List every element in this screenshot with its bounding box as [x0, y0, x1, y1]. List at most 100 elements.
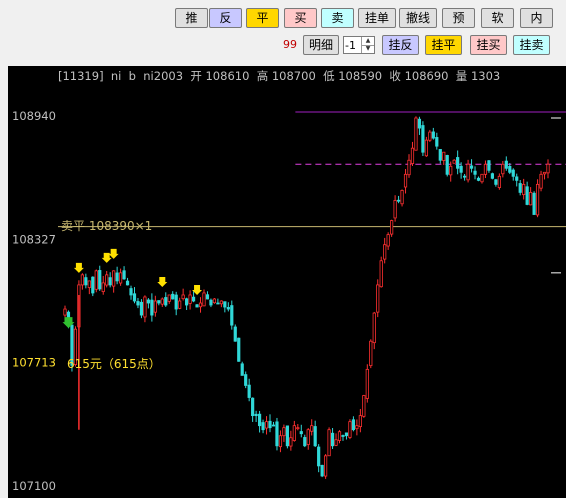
candlestick-chart[interactable]: [11319] ni b ni2003 开 108610 高 108700 低 … [8, 66, 566, 498]
candle-body [327, 429, 331, 457]
candle-body [386, 234, 390, 247]
candle-body [171, 293, 175, 300]
candle-body [532, 192, 536, 215]
candle-body [449, 165, 453, 176]
candle-body [546, 163, 550, 174]
candle-body [174, 294, 178, 310]
candle-body [202, 292, 206, 307]
candles [63, 116, 550, 479]
candle-body [237, 337, 241, 362]
candle-body [320, 464, 324, 477]
candle-body [164, 297, 168, 306]
candle-body [362, 395, 366, 417]
candle-body [195, 304, 199, 308]
y-tick-label: 108940 [12, 109, 56, 123]
inner-button[interactable]: 内 [520, 8, 553, 28]
reverse-button[interactable]: 反 [209, 8, 242, 28]
pending-buy-button[interactable]: 挂买 [470, 35, 507, 55]
candle-body [365, 368, 369, 399]
candle-body [355, 425, 359, 430]
quantity-stepper[interactable]: ▲ ▼ [343, 36, 375, 54]
candle-body [143, 296, 147, 318]
y-axis: 108940 108327 107713 107100 [12, 109, 56, 493]
reference-lines [58, 111, 566, 274]
push-button[interactable]: 推 [175, 8, 208, 28]
candle-body [63, 308, 67, 316]
candle-body [226, 307, 230, 310]
candle-body [275, 421, 279, 447]
candle-body [299, 431, 303, 435]
candle-body [181, 294, 185, 300]
candle-body [139, 301, 144, 316]
candle-body [185, 298, 189, 306]
candle-body [480, 173, 484, 183]
detail-button[interactable]: 明细 [303, 35, 339, 55]
candle-body [157, 300, 161, 304]
candle-body [268, 420, 272, 429]
candle-body [376, 284, 380, 313]
y-tick-label: 107713 [12, 356, 56, 370]
candle-body [303, 437, 307, 447]
candle-body [414, 117, 418, 151]
candle-body [400, 190, 404, 205]
candle-body [396, 199, 401, 202]
sell-yellow-signal-arrow [157, 276, 168, 287]
candle-body [344, 432, 349, 437]
sell-close-line-label: 卖平 108390×1 [61, 219, 152, 233]
soft-button[interactable]: 软 [481, 8, 514, 28]
pending-reverse-button[interactable]: 挂反 [382, 35, 419, 55]
candle-body [424, 139, 428, 157]
candle-body [490, 173, 495, 179]
candle-body [348, 421, 352, 438]
candle-body [452, 159, 456, 164]
candle-body [87, 280, 91, 288]
candle-body [219, 300, 223, 305]
profit-label: 615元（615点） [67, 357, 161, 371]
candle-body [125, 280, 130, 286]
candle-body [324, 455, 328, 477]
candle-body [469, 165, 474, 169]
cancel-order-button[interactable]: 撤线 [399, 8, 437, 28]
candle-body [431, 131, 435, 139]
candle-body [529, 192, 533, 206]
candle-body [317, 446, 321, 467]
candle-body [330, 432, 335, 447]
candle-body [445, 155, 449, 175]
sell-yellow-signal-arrow [73, 262, 84, 273]
candle-body [292, 425, 296, 441]
candle-body [216, 302, 220, 305]
candle-body [351, 419, 356, 431]
candle-body [459, 165, 463, 173]
candle-body [209, 299, 213, 306]
candle-body [150, 299, 154, 316]
pending-sell-button[interactable]: 挂卖 [513, 35, 550, 55]
pending-close-button[interactable]: 挂平 [425, 35, 462, 55]
candle-body [504, 160, 508, 169]
candle-body [257, 413, 262, 427]
candle-body [122, 270, 126, 280]
candle-body [271, 424, 276, 427]
candle-body [118, 272, 123, 284]
candle-body [483, 163, 488, 175]
candle-body [501, 163, 505, 175]
candle-body [282, 427, 286, 437]
candle-body [438, 149, 442, 161]
candle-body [254, 413, 258, 417]
pending-order-button[interactable]: 挂单 [358, 8, 396, 28]
stepper-down-icon[interactable]: ▼ [361, 45, 374, 53]
candle-body [497, 175, 501, 188]
candle-body [212, 298, 217, 304]
close-button[interactable]: 平 [246, 8, 279, 28]
candle-body [146, 299, 150, 304]
candle-body [91, 276, 95, 294]
candle-body [515, 176, 519, 181]
candle-body [278, 435, 283, 448]
candle-body [539, 173, 543, 189]
buy-button[interactable]: 买 [284, 8, 317, 28]
sell-button[interactable]: 卖 [321, 8, 354, 28]
candle-body [417, 118, 422, 129]
candle-body [494, 179, 498, 185]
preset-button[interactable]: 预 [442, 8, 475, 28]
candle-body [407, 159, 411, 176]
chart-canvas: [11319] ni b ni2003 开 108610 高 108700 低 … [12, 69, 566, 493]
